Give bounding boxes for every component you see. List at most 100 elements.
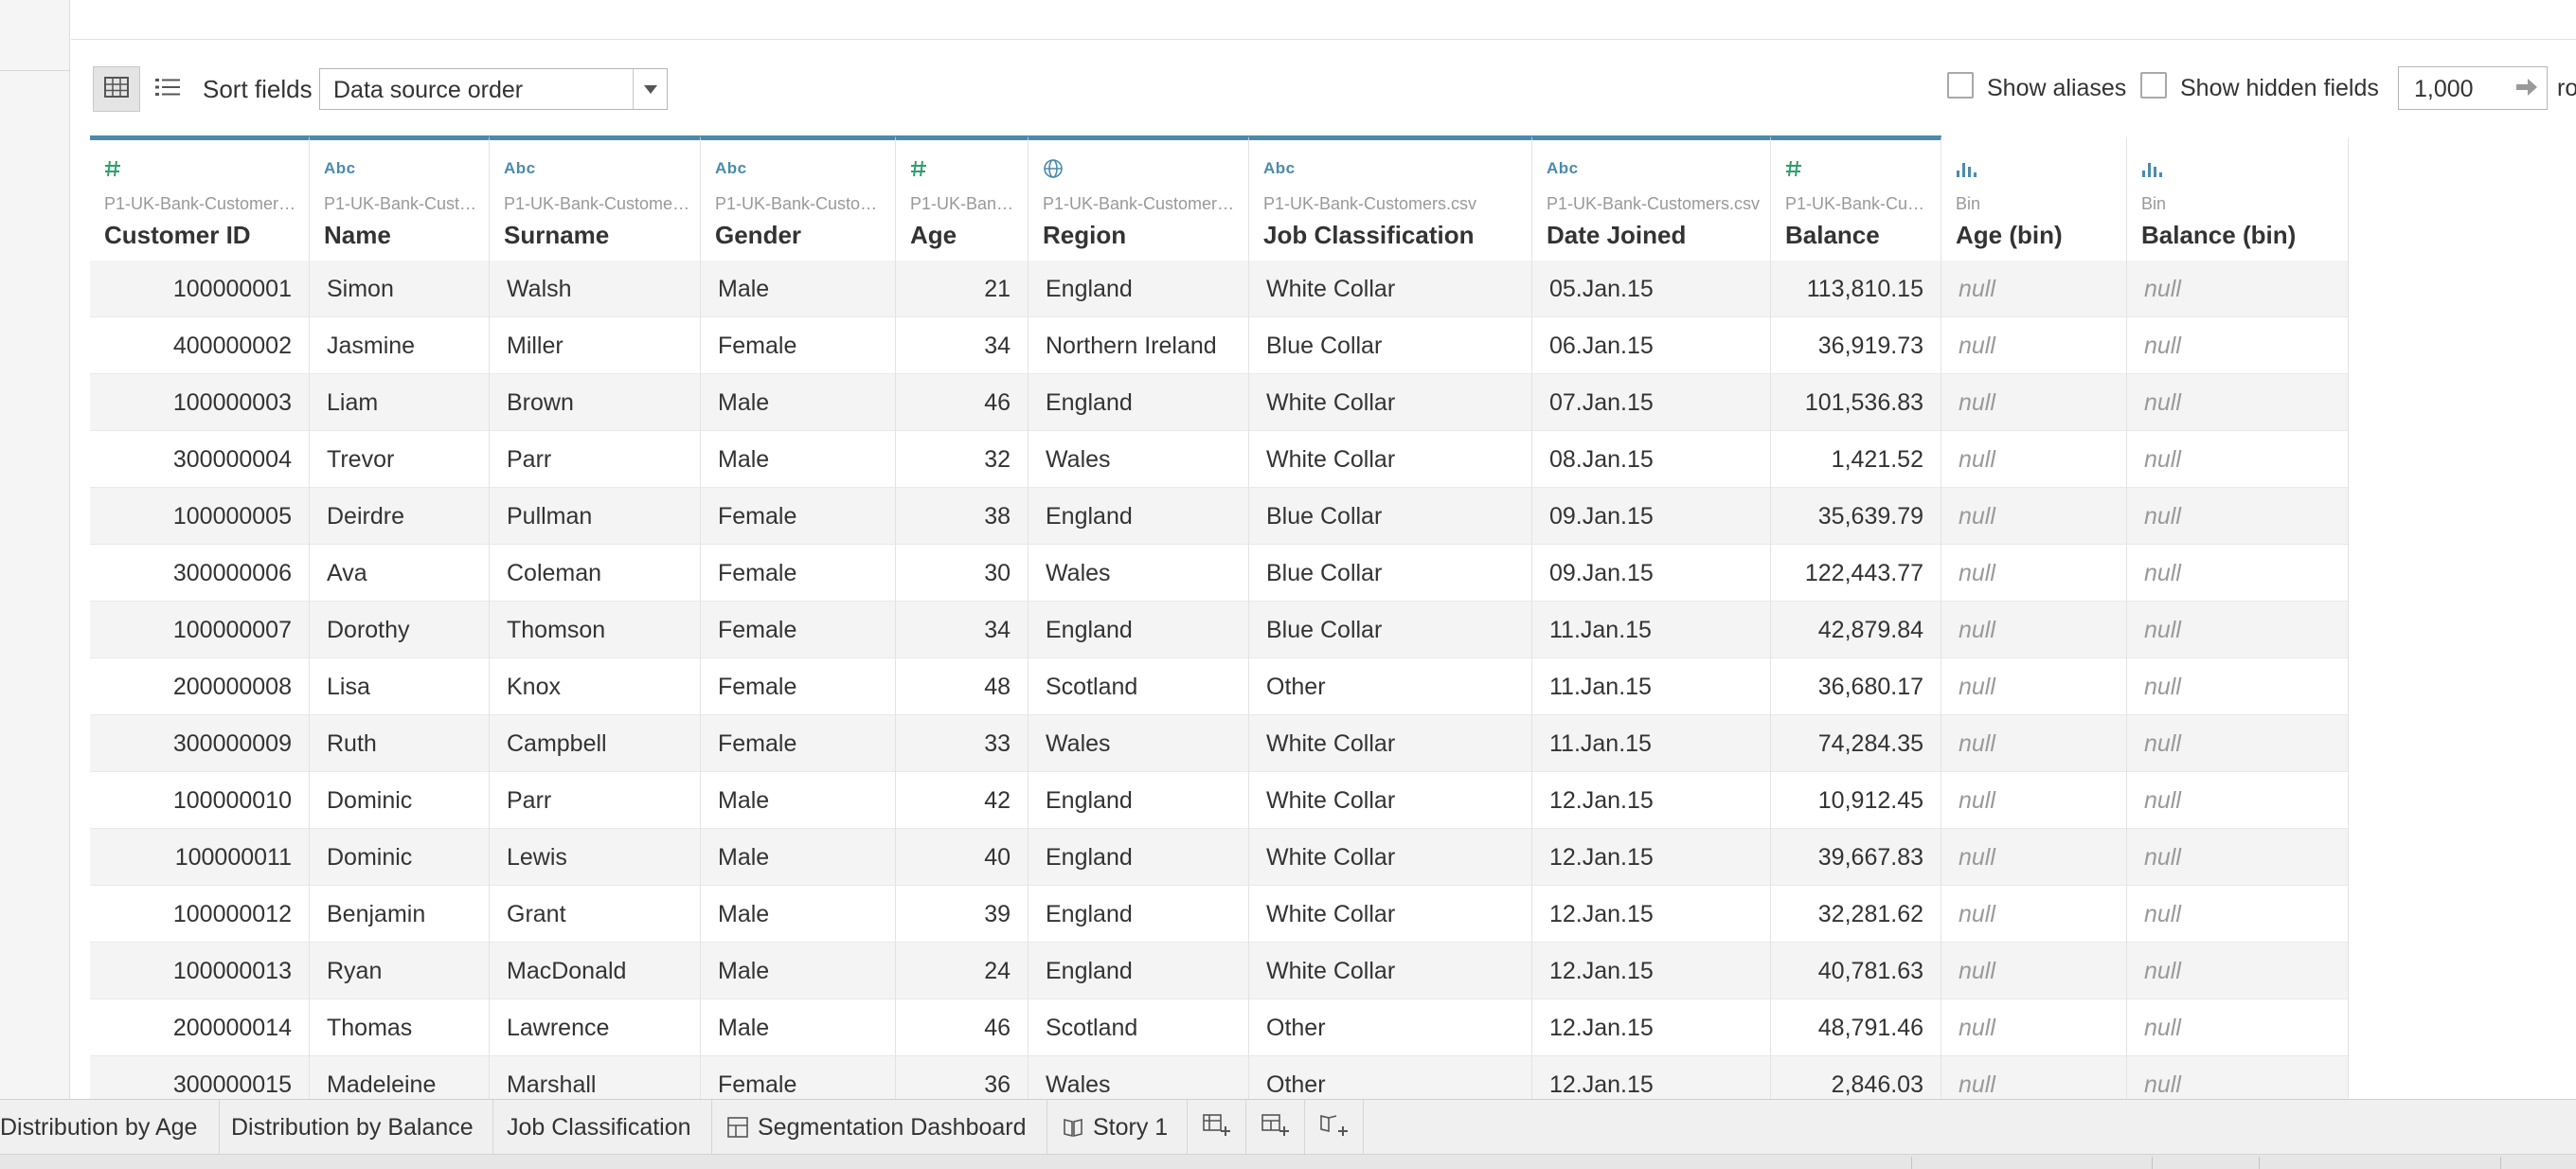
cell-date-joined[interactable]: 12.Jan.15 <box>1532 943 1771 999</box>
new-story-button[interactable] <box>1305 1100 1364 1155</box>
cell-balance-bin[interactable]: null <box>2127 261 2349 317</box>
cell-name[interactable]: Liam <box>310 374 490 431</box>
cell-gender[interactable]: Female <box>701 658 896 715</box>
rows-count-input[interactable]: 1,000 <box>2398 66 2548 110</box>
cell-region[interactable]: England <box>1029 829 1249 886</box>
sort-fields-select[interactable]: Data source order <box>319 68 668 110</box>
cell-age-bin[interactable]: null <box>1941 886 2127 943</box>
cell-balance-bin[interactable]: null <box>2127 829 2349 886</box>
cell-balance-bin[interactable]: null <box>2127 374 2349 431</box>
cell-customer-id[interactable]: 100000005 <box>90 488 310 545</box>
cell-surname[interactable]: Coleman <box>490 545 701 602</box>
cell-age-bin[interactable]: null <box>1941 1056 2127 1099</box>
cell-name[interactable]: Jasmine <box>310 317 490 374</box>
column-header-age[interactable]: P1-UK-Bank-Customers.csv Age <box>896 135 1029 261</box>
chevron-down-icon[interactable] <box>633 69 667 109</box>
column-header-date-joined[interactable]: Abc P1-UK-Bank-Customers.csv Date Joined <box>1532 135 1771 261</box>
cell-age[interactable]: 34 <box>896 317 1029 374</box>
cell-job-classification[interactable]: White Collar <box>1249 943 1532 999</box>
cell-region[interactable]: England <box>1029 772 1249 829</box>
cell-region[interactable]: England <box>1029 261 1249 317</box>
bin-histogram-icon[interactable] <box>1956 158 1980 179</box>
cell-customer-id[interactable]: 100000007 <box>90 602 310 658</box>
cell-age[interactable]: 39 <box>896 886 1029 943</box>
cell-age-bin[interactable]: null <box>1941 317 2127 374</box>
new-dashboard-button[interactable] <box>1246 1100 1305 1155</box>
cell-age[interactable]: 48 <box>896 658 1029 715</box>
cell-age[interactable]: 33 <box>896 715 1029 772</box>
cell-customer-id[interactable]: 100000003 <box>90 374 310 431</box>
column-header-name[interactable]: Abc P1-UK-Bank-Customers.csv Name <box>310 135 490 261</box>
cell-age[interactable]: 46 <box>896 374 1029 431</box>
sheet-tab[interactable]: Distribution by Balance <box>220 1100 493 1155</box>
column-header-customer-id[interactable]: P1-UK-Bank-Customers.csv Customer ID <box>90 135 310 261</box>
cell-name[interactable]: Ruth <box>310 715 490 772</box>
cell-name[interactable]: Benjamin <box>310 886 490 943</box>
cell-age-bin[interactable]: null <box>1941 374 2127 431</box>
cell-customer-id[interactable]: 300000004 <box>90 431 310 488</box>
cell-region[interactable]: England <box>1029 943 1249 999</box>
cell-customer-id[interactable]: 100000013 <box>90 943 310 999</box>
cell-customer-id[interactable]: 100000011 <box>90 829 310 886</box>
cell-balance-bin[interactable]: null <box>2127 602 2349 658</box>
cell-job-classification[interactable]: White Collar <box>1249 886 1532 943</box>
cell-gender[interactable]: Male <box>701 772 896 829</box>
cell-gender[interactable]: Female <box>701 317 896 374</box>
number-type-icon[interactable] <box>1785 158 1802 179</box>
cell-surname[interactable]: Lewis <box>490 829 701 886</box>
column-header-age-bin[interactable]: Bin Age (bin) <box>1941 135 2127 261</box>
cell-age[interactable]: 36 <box>896 1056 1029 1099</box>
cell-balance[interactable]: 39,667.83 <box>1771 829 1941 886</box>
arrow-right-icon[interactable] <box>2514 75 2539 104</box>
cell-date-joined[interactable]: 11.Jan.15 <box>1532 602 1771 658</box>
cell-gender[interactable]: Male <box>701 431 896 488</box>
string-type-icon[interactable]: Abc <box>504 158 536 179</box>
column-header-gender[interactable]: Abc P1-UK-Bank-Customers.csv Gender <box>701 135 896 261</box>
cell-date-joined[interactable]: 12.Jan.15 <box>1532 772 1771 829</box>
cell-customer-id[interactable]: 400000002 <box>90 317 310 374</box>
cell-surname[interactable]: Marshall <box>490 1056 701 1099</box>
cell-date-joined[interactable]: 07.Jan.15 <box>1532 374 1771 431</box>
cell-job-classification[interactable]: White Collar <box>1249 261 1532 317</box>
sheet-tab[interactable]: Distribution by Age <box>0 1100 220 1155</box>
cell-date-joined[interactable]: 12.Jan.15 <box>1532 999 1771 1056</box>
cell-date-joined[interactable]: 05.Jan.15 <box>1532 261 1771 317</box>
column-header-job-classification[interactable]: Abc P1-UK-Bank-Customers.csv Job Classific… <box>1249 135 1532 261</box>
cell-date-joined[interactable]: 11.Jan.15 <box>1532 658 1771 715</box>
cell-job-classification[interactable]: White Collar <box>1249 431 1532 488</box>
cell-region[interactable]: Wales <box>1029 545 1249 602</box>
globe-icon[interactable] <box>1043 158 1064 179</box>
cell-age[interactable]: 32 <box>896 431 1029 488</box>
cell-age-bin[interactable]: null <box>1941 999 2127 1056</box>
cell-region[interactable]: England <box>1029 886 1249 943</box>
cell-name[interactable]: Madeleine <box>310 1056 490 1099</box>
cell-balance[interactable]: 36,680.17 <box>1771 658 1941 715</box>
cell-age-bin[interactable]: null <box>1941 488 2127 545</box>
cell-age-bin[interactable]: null <box>1941 658 2127 715</box>
cell-balance[interactable]: 48,791.46 <box>1771 999 1941 1056</box>
cell-job-classification[interactable]: Blue Collar <box>1249 602 1532 658</box>
cell-age-bin[interactable]: null <box>1941 772 2127 829</box>
cell-job-classification[interactable]: Blue Collar <box>1249 545 1532 602</box>
cell-region[interactable]: Northern Ireland <box>1029 317 1249 374</box>
cell-balance-bin[interactable]: null <box>2127 715 2349 772</box>
cell-name[interactable]: Ryan <box>310 943 490 999</box>
cell-gender[interactable]: Female <box>701 715 896 772</box>
number-type-icon[interactable] <box>104 158 121 179</box>
cell-job-classification[interactable]: Other <box>1249 658 1532 715</box>
cell-name[interactable]: Dominic <box>310 772 490 829</box>
cell-job-classification[interactable]: Blue Collar <box>1249 488 1532 545</box>
show-aliases-checkbox[interactable] <box>1947 72 1974 99</box>
cell-gender[interactable]: Male <box>701 999 896 1056</box>
cell-date-joined[interactable]: 06.Jan.15 <box>1532 317 1771 374</box>
cell-customer-id[interactable]: 200000014 <box>90 999 310 1056</box>
cell-job-classification[interactable]: White Collar <box>1249 772 1532 829</box>
cell-name[interactable]: Deirdre <box>310 488 490 545</box>
cell-balance[interactable]: 1,421.52 <box>1771 431 1941 488</box>
cell-customer-id[interactable]: 200000008 <box>90 658 310 715</box>
column-header-balance-bin[interactable]: Bin Balance (bin) <box>2127 135 2349 261</box>
cell-balance-bin[interactable]: null <box>2127 772 2349 829</box>
cell-surname[interactable]: Walsh <box>490 261 701 317</box>
cell-balance[interactable]: 32,281.62 <box>1771 886 1941 943</box>
cell-age-bin[interactable]: null <box>1941 715 2127 772</box>
